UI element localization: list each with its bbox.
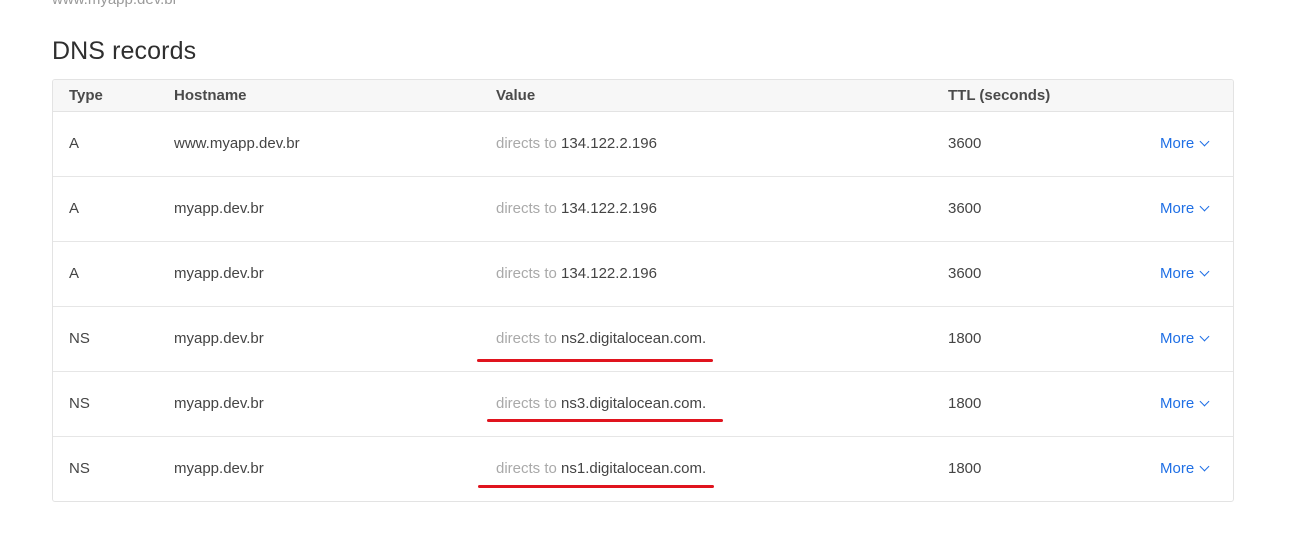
more-label: More [1160, 135, 1195, 152]
record-hostname: myapp.dev.br [174, 460, 264, 477]
chevron-down-icon [1199, 461, 1210, 472]
more-label: More [1160, 460, 1195, 477]
record-hostname: myapp.dev.br [174, 265, 264, 282]
table-header: Type Hostname Value TTL (seconds) [53, 80, 1233, 112]
annotation-underline [478, 485, 714, 488]
record-value-text: ns2.digitalocean.com. [561, 330, 707, 347]
directs-to-label: directs to [496, 330, 557, 347]
more-dropdown[interactable]: More [1160, 112, 1210, 176]
record-ttl: 3600 [948, 200, 982, 217]
directs-to-label: directs to [496, 395, 557, 412]
record-type: NS [69, 330, 90, 347]
record-value-text: 134.122.2.196 [561, 200, 657, 217]
record-ttl: 1800 [948, 330, 982, 347]
table-row: NS myapp.dev.br directs to ns1.digitaloc… [53, 437, 1233, 501]
table-row: A www.myapp.dev.br directs to 134.122.2.… [53, 112, 1233, 177]
header-ttl: TTL (seconds) [948, 87, 1051, 104]
chevron-down-icon [1199, 266, 1210, 277]
record-type: NS [69, 395, 90, 412]
page-title: DNS records [52, 37, 197, 65]
chevron-down-icon [1199, 331, 1210, 342]
record-value: directs to ns3.digitalocean.com. [496, 372, 706, 436]
record-value: directs to ns1.digitalocean.com. [496, 437, 706, 501]
more-dropdown[interactable]: More [1160, 177, 1210, 241]
record-type: NS [69, 460, 90, 477]
more-dropdown[interactable]: More [1160, 242, 1210, 306]
table-row: A myapp.dev.br directs to 134.122.2.196 … [53, 177, 1233, 242]
record-ttl: 3600 [948, 135, 982, 152]
more-label: More [1160, 200, 1195, 217]
chevron-down-icon [1199, 136, 1210, 147]
record-value: directs to 134.122.2.196 [496, 177, 657, 241]
record-hostname: myapp.dev.br [174, 395, 264, 412]
header-value: Value [496, 87, 536, 104]
record-hostname: www.myapp.dev.br [174, 135, 300, 152]
more-label: More [1160, 265, 1195, 282]
more-label: More [1160, 395, 1195, 412]
record-value-text: ns1.digitalocean.com. [561, 460, 707, 477]
directs-to-label: directs to [496, 135, 557, 152]
record-value: directs to 134.122.2.196 [496, 112, 657, 176]
record-type: A [69, 265, 80, 282]
table-row: NS myapp.dev.br directs to ns2.digitaloc… [53, 307, 1233, 372]
record-hostname: myapp.dev.br [174, 200, 264, 217]
dns-records-table: Type Hostname Value TTL (seconds) A www.… [52, 79, 1234, 502]
directs-to-label: directs to [496, 200, 557, 217]
chevron-down-icon [1199, 201, 1210, 212]
record-value-text: ns3.digitalocean.com. [561, 395, 707, 412]
record-ttl: 1800 [948, 460, 982, 477]
table-row: A myapp.dev.br directs to 134.122.2.196 … [53, 242, 1233, 307]
header-hostname: Hostname [174, 87, 247, 104]
record-value: directs to 134.122.2.196 [496, 242, 657, 306]
table-row: NS myapp.dev.br directs to ns3.digitaloc… [53, 372, 1233, 437]
more-label: More [1160, 330, 1195, 347]
domain-name-text: www.myapp.dev.br [52, 0, 178, 8]
record-ttl: 3600 [948, 265, 982, 282]
record-value-text: 134.122.2.196 [561, 135, 657, 152]
annotation-underline [487, 419, 723, 422]
record-hostname: myapp.dev.br [174, 330, 264, 347]
record-type: A [69, 200, 80, 217]
more-dropdown[interactable]: More [1160, 372, 1210, 436]
annotation-underline [477, 359, 713, 362]
more-dropdown[interactable]: More [1160, 307, 1210, 371]
record-value-text: 134.122.2.196 [561, 265, 657, 282]
more-dropdown[interactable]: More [1160, 437, 1210, 501]
record-type: A [69, 135, 80, 152]
chevron-down-icon [1199, 396, 1210, 407]
directs-to-label: directs to [496, 265, 557, 282]
header-type: Type [69, 87, 103, 104]
directs-to-label: directs to [496, 460, 557, 477]
record-ttl: 1800 [948, 395, 982, 412]
